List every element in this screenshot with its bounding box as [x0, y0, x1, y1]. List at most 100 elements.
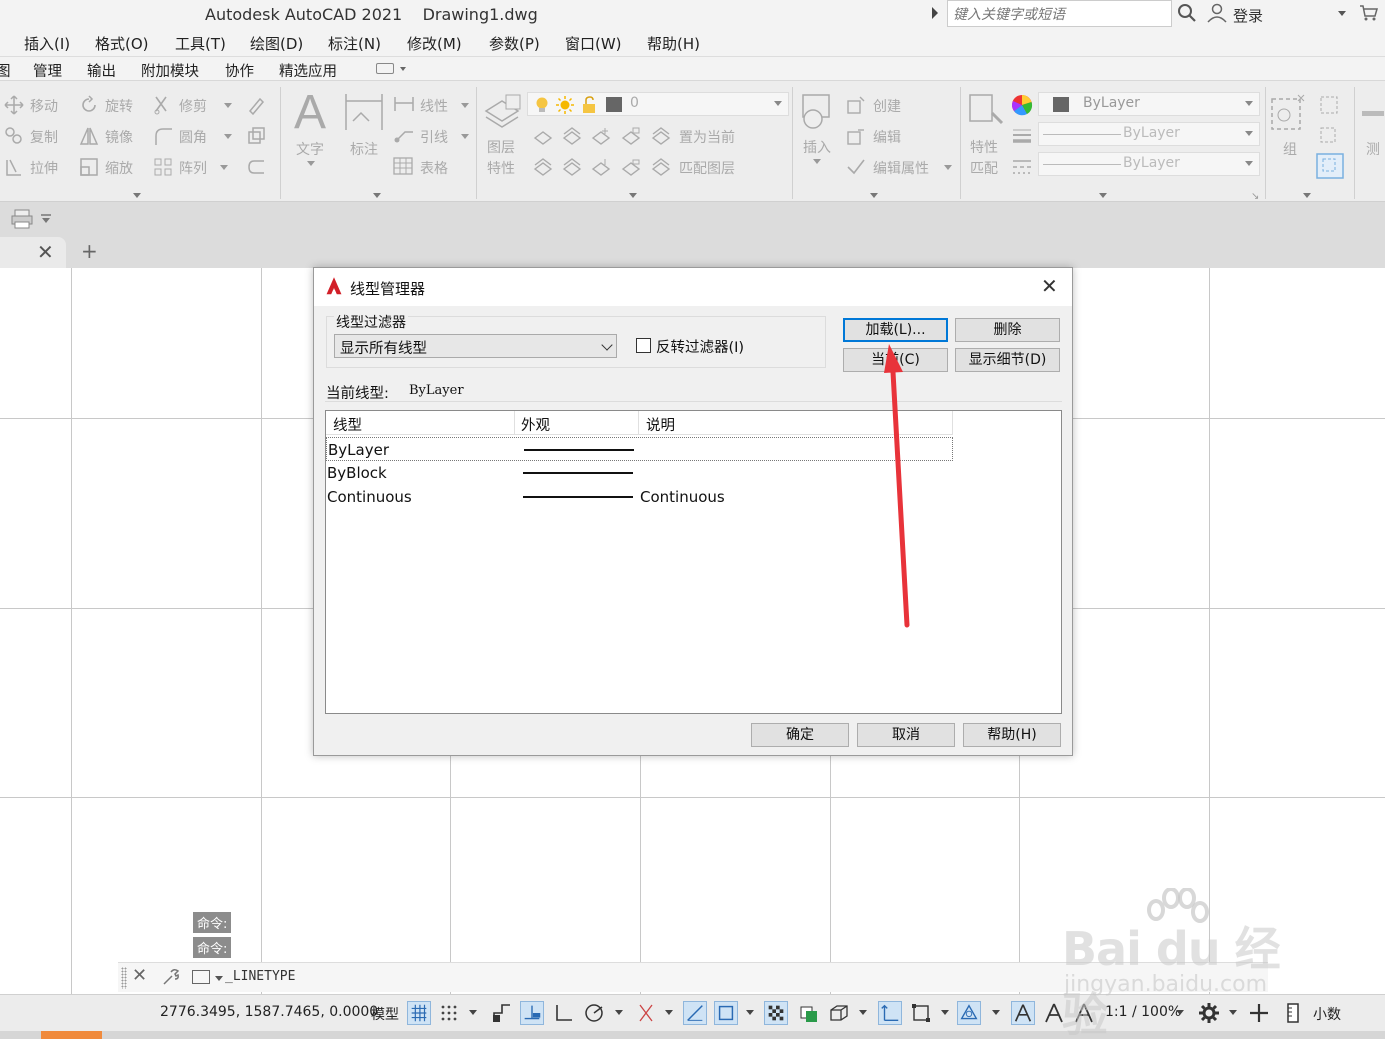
text-icon[interactable]: A	[294, 85, 326, 140]
model-space-button[interactable]: 模型	[371, 1004, 399, 1024]
isodraft-icon[interactable]	[634, 1001, 658, 1025]
customize-qat-icon[interactable]	[40, 214, 52, 224]
plot-icon[interactable]	[11, 209, 33, 229]
dimension-label[interactable]: 标注	[350, 139, 378, 159]
linetype-list[interactable]: 线型 外观 说明 ByLayer ByBlock Continuous Cont…	[325, 410, 1062, 714]
set-current-label[interactable]: 置为当前	[679, 127, 735, 147]
close-tab-icon[interactable]: ✕	[37, 240, 54, 264]
move-icon[interactable]	[4, 95, 24, 115]
rotate-icon[interactable]	[79, 95, 99, 115]
dynamic-input-icon[interactable]	[520, 1001, 544, 1025]
layer-dropdown-icon[interactable]	[774, 101, 782, 106]
current-button[interactable]: 当前(C)	[843, 348, 948, 372]
invert-filter-checkbox[interactable]	[636, 338, 651, 353]
show-details-button[interactable]: 显示细节(D)	[955, 348, 1060, 372]
layer-combo[interactable]: 0	[527, 92, 789, 116]
trim-dropdown-icon[interactable]	[224, 103, 232, 108]
layer-lock-icon[interactable]	[621, 126, 641, 146]
array-icon[interactable]	[153, 157, 173, 177]
properties-dialog-launcher-icon[interactable]: ↘	[1251, 191, 1259, 202]
block-panel-expand-icon[interactable]	[870, 193, 878, 198]
groups-panel-expand-icon[interactable]	[1303, 193, 1311, 198]
tab-featured-apps[interactable]: 精选应用	[279, 60, 337, 81]
trim-icon[interactable]	[153, 95, 173, 115]
layer-properties-label-2[interactable]: 特性	[487, 158, 515, 178]
login-dropdown-icon[interactable]	[1338, 11, 1346, 16]
transparency-icon[interactable]	[764, 1001, 788, 1025]
linetype-filter-select[interactable]: 显示所有线型	[334, 334, 617, 358]
match-properties-icon[interactable]	[966, 91, 1006, 131]
mirror-icon[interactable]	[79, 126, 99, 146]
array-dropdown-icon[interactable]	[220, 165, 228, 170]
layer-isolate-icon[interactable]	[562, 126, 582, 146]
match-layer-label[interactable]: 匹配图层	[679, 158, 735, 178]
move-label[interactable]: 移动	[30, 96, 58, 116]
menu-tools[interactable]: 工具(T)	[175, 33, 226, 54]
edit-block-icon[interactable]	[846, 126, 866, 146]
ribbon-display-dropdown-icon[interactable]	[400, 67, 406, 71]
text-dropdown-icon[interactable]	[307, 161, 315, 166]
copy-icon[interactable]	[4, 126, 24, 146]
search-icon[interactable]	[1177, 3, 1197, 23]
object-snap-tracking-icon[interactable]	[683, 1001, 707, 1025]
layer-properties-label[interactable]: 图层	[487, 137, 515, 157]
offset-icon[interactable]	[246, 157, 266, 177]
rotate-label[interactable]: 旋转	[105, 96, 133, 116]
create-label[interactable]: 创建	[873, 96, 901, 116]
ungroup-icon[interactable]	[1319, 95, 1339, 115]
group-select-icon[interactable]	[1316, 153, 1344, 179]
group-icon[interactable]	[1270, 93, 1310, 133]
menu-draw[interactable]: 绘图(D)	[250, 33, 303, 54]
tab-output[interactable]: 输出	[87, 60, 116, 81]
login-link[interactable]: 登录	[1233, 5, 1263, 26]
trim-label[interactable]: 修剪	[179, 96, 207, 116]
leader-label[interactable]: 引线	[420, 127, 448, 147]
grid-toggle-icon[interactable]	[407, 1001, 431, 1025]
3d-osnap-icon[interactable]	[827, 1001, 851, 1025]
layer-properties-icon[interactable]	[482, 91, 524, 131]
annotation-panel-expand-icon[interactable]	[373, 193, 381, 198]
column-divider[interactable]	[952, 411, 953, 435]
coordinates-readout[interactable]: 2776.3495, 1587.7465, 0.0000	[160, 1004, 378, 1020]
command-line-grip[interactable]	[121, 967, 127, 989]
tab-addins[interactable]: 附加模块	[141, 60, 199, 81]
command-recent-dropdown-icon[interactable]	[215, 976, 223, 981]
column-divider[interactable]	[514, 411, 515, 435]
color-combo[interactable]: ByLayer	[1038, 92, 1260, 116]
mirror-label[interactable]: 镜像	[105, 127, 133, 147]
match-properties-label[interactable]: 特性	[970, 137, 998, 157]
object-snap-icon[interactable]	[714, 1001, 738, 1025]
menu-modify[interactable]: 修改(M)	[407, 33, 462, 54]
array-label[interactable]: 阵列	[179, 158, 207, 178]
stretch-icon[interactable]	[4, 157, 24, 177]
set-current-layer-icon[interactable]	[651, 126, 673, 146]
delete-button[interactable]: 删除	[955, 318, 1060, 342]
lineweight-icon[interactable]	[1012, 126, 1032, 146]
osnap-dropdown-icon[interactable]	[746, 1010, 754, 1015]
edit-label[interactable]: 编辑	[873, 127, 901, 147]
measure-label[interactable]: 测	[1366, 139, 1380, 159]
polar-dropdown-icon[interactable]	[615, 1010, 623, 1015]
linear-dim-icon[interactable]	[393, 95, 415, 113]
fillet-label[interactable]: 圆角	[179, 127, 207, 147]
infer-constraints-icon[interactable]	[490, 1001, 514, 1025]
lineweight-combo[interactable]: ByLayer	[1038, 122, 1260, 146]
linetype-combo[interactable]: ByLayer	[1038, 152, 1260, 176]
cancel-button[interactable]: 取消	[857, 723, 955, 747]
column-divider[interactable]	[638, 411, 639, 435]
insert-label[interactable]: 插入	[803, 137, 831, 157]
layer-off-icon[interactable]	[533, 126, 553, 146]
wrench-icon[interactable]	[162, 968, 180, 986]
measure-icon[interactable]	[1362, 109, 1384, 119]
tab-collaborate[interactable]: 协作	[225, 60, 254, 81]
group-edit-icon[interactable]	[1319, 126, 1339, 146]
layer-unlock-icon[interactable]	[621, 157, 641, 177]
snap-mode-icon[interactable]	[437, 1001, 461, 1025]
ok-button[interactable]: 确定	[751, 723, 849, 747]
erase-icon[interactable]	[246, 95, 266, 115]
units-value[interactable]: 小数	[1313, 1004, 1341, 1024]
linetype-icon[interactable]	[1012, 157, 1032, 177]
selection-cycling-icon[interactable]	[797, 1001, 821, 1025]
help-button[interactable]: 帮助(H)	[963, 723, 1061, 747]
modify-panel-expand-icon[interactable]	[133, 193, 141, 198]
